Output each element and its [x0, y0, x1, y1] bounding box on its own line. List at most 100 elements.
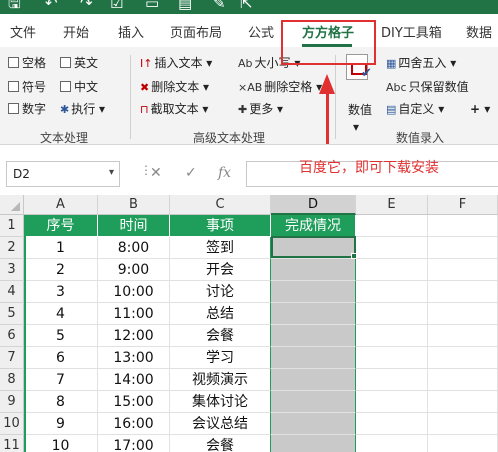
empty-cell[interactable] [356, 391, 428, 413]
table-cell[interactable]: 16:00 [98, 413, 170, 435]
table-cell[interactable]: 10:00 [98, 281, 170, 303]
table-cell[interactable]: 讨论 [170, 281, 271, 303]
table-cell[interactable]: 12:00 [98, 325, 170, 347]
checkbox-icon[interactable] [8, 57, 19, 68]
cursor-icon[interactable]: ⇱ [240, 0, 253, 12]
completion-cell[interactable] [271, 391, 356, 413]
row-header[interactable]: 2 [0, 237, 24, 259]
empty-cell[interactable] [428, 237, 498, 259]
row-header[interactable]: 11 [0, 435, 24, 452]
option-symbol[interactable]: 符号 [8, 80, 46, 94]
table-cell[interactable]: 4 [24, 303, 98, 325]
empty-cell[interactable] [356, 215, 428, 237]
table-cell[interactable]: 17:00 [98, 435, 170, 452]
table-cell[interactable]: 9:00 [98, 259, 170, 281]
fill-handle[interactable] [351, 253, 357, 259]
select-all-corner[interactable] [0, 195, 24, 215]
empty-cell[interactable] [356, 325, 428, 347]
row-header[interactable]: 1 [0, 215, 24, 237]
paste-icon[interactable]: ▤ [178, 0, 192, 12]
empty-cell[interactable] [428, 303, 498, 325]
empty-cell[interactable] [356, 413, 428, 435]
empty-cell[interactable] [428, 347, 498, 369]
empty-cell[interactable] [428, 259, 498, 281]
delete-space-button[interactable]: ×AB 删除空格 ▾ [238, 80, 322, 95]
table-header-cell[interactable]: 时间 [98, 215, 170, 237]
plus-button[interactable]: + ▾ [470, 102, 490, 116]
empty-cell[interactable] [356, 259, 428, 281]
row-header[interactable]: 5 [0, 303, 24, 325]
undo-icon[interactable]: ↶ [45, 0, 58, 12]
completion-cell[interactable] [271, 303, 356, 325]
empty-cell[interactable] [428, 281, 498, 303]
empty-cell[interactable] [356, 347, 428, 369]
checkbox-icon[interactable] [8, 103, 19, 114]
completion-cell[interactable] [271, 259, 356, 281]
empty-cell[interactable] [356, 435, 428, 452]
tab-diy-toolbox[interactable]: DIY工具箱 [381, 22, 442, 41]
empty-cell[interactable] [428, 215, 498, 237]
row-header[interactable]: 9 [0, 391, 24, 413]
table-cell[interactable]: 8 [24, 391, 98, 413]
column-header[interactable]: F [428, 195, 498, 215]
option-english[interactable]: 英文 [60, 56, 98, 70]
save-icon[interactable]: 🖫 [8, 0, 21, 12]
confirm-icon[interactable]: ✓ [185, 165, 197, 181]
completion-cell[interactable] [271, 237, 356, 259]
column-header[interactable]: D [271, 195, 356, 215]
table-cell[interactable]: 13:00 [98, 347, 170, 369]
row-header[interactable]: 4 [0, 281, 24, 303]
more-button[interactable]: ✚ 更多 ▾ [238, 102, 283, 117]
row-header[interactable]: 3 [0, 259, 24, 281]
table-cell[interactable]: 8:00 [98, 237, 170, 259]
checkbox-icon[interactable] [8, 81, 19, 92]
round-button[interactable]: ▦ 四舍五入 ▾ [386, 56, 456, 71]
execute-button[interactable]: ✱ 执行 ▾ [60, 102, 105, 117]
tab-page-layout[interactable]: 页面布局 [170, 22, 222, 41]
completion-cell[interactable] [271, 369, 356, 391]
table-header-cell[interactable]: 事项 [170, 215, 271, 237]
column-header[interactable]: C [170, 195, 271, 215]
custom-button[interactable]: ▤ 自定义 ▾ [386, 102, 444, 117]
row-header[interactable]: 6 [0, 325, 24, 347]
option-space[interactable]: 空格 [8, 56, 46, 70]
empty-cell[interactable] [356, 281, 428, 303]
row-header[interactable]: 8 [0, 369, 24, 391]
insert-text-button[interactable]: I↑ 插入文本 ▾ [140, 56, 212, 71]
new-file-icon[interactable]: ▭ [145, 0, 159, 12]
table-cell[interactable]: 会餐 [170, 435, 271, 452]
empty-cell[interactable] [428, 435, 498, 452]
column-header[interactable]: A [24, 195, 98, 215]
table-cell[interactable]: 10 [24, 435, 98, 452]
table-cell[interactable]: 11:00 [98, 303, 170, 325]
completion-cell[interactable] [271, 325, 356, 347]
table-cell[interactable]: 7 [24, 369, 98, 391]
extract-text-button[interactable]: ⊓ 截取文本 ▾ [140, 102, 208, 117]
table-cell[interactable]: 5 [24, 325, 98, 347]
table-cell[interactable]: 3 [24, 281, 98, 303]
checkbox-icon[interactable] [60, 81, 71, 92]
chevron-down-icon[interactable]: ▾ [109, 167, 114, 178]
delete-text-button[interactable]: ✖ 删除文本 ▾ [140, 80, 209, 95]
empty-cell[interactable] [428, 325, 498, 347]
table-cell[interactable]: 6 [24, 347, 98, 369]
tab-formulas[interactable]: 公式 [248, 22, 274, 41]
table-cell[interactable]: 签到 [170, 237, 271, 259]
keep-value-button[interactable]: Abc 只保留数值 [386, 80, 469, 95]
name-box[interactable]: D2 ▾ [6, 161, 120, 187]
row-header[interactable]: 10 [0, 413, 24, 435]
table-cell[interactable]: 开会 [170, 259, 271, 281]
empty-cell[interactable] [428, 391, 498, 413]
table-cell[interactable]: 2 [24, 259, 98, 281]
tab-data[interactable]: 数据 [466, 22, 492, 41]
fx-icon[interactable]: fx [218, 165, 231, 181]
completion-cell[interactable] [271, 347, 356, 369]
redo-icon[interactable]: ↷ [80, 0, 93, 12]
option-number[interactable]: 数字 [8, 102, 46, 116]
table-cell[interactable]: 会议总结 [170, 413, 271, 435]
empty-cell[interactable] [428, 413, 498, 435]
empty-cell[interactable] [356, 369, 428, 391]
value-dropdown[interactable]: ▾ [353, 120, 359, 134]
column-header[interactable]: B [98, 195, 170, 215]
completion-cell[interactable] [271, 413, 356, 435]
